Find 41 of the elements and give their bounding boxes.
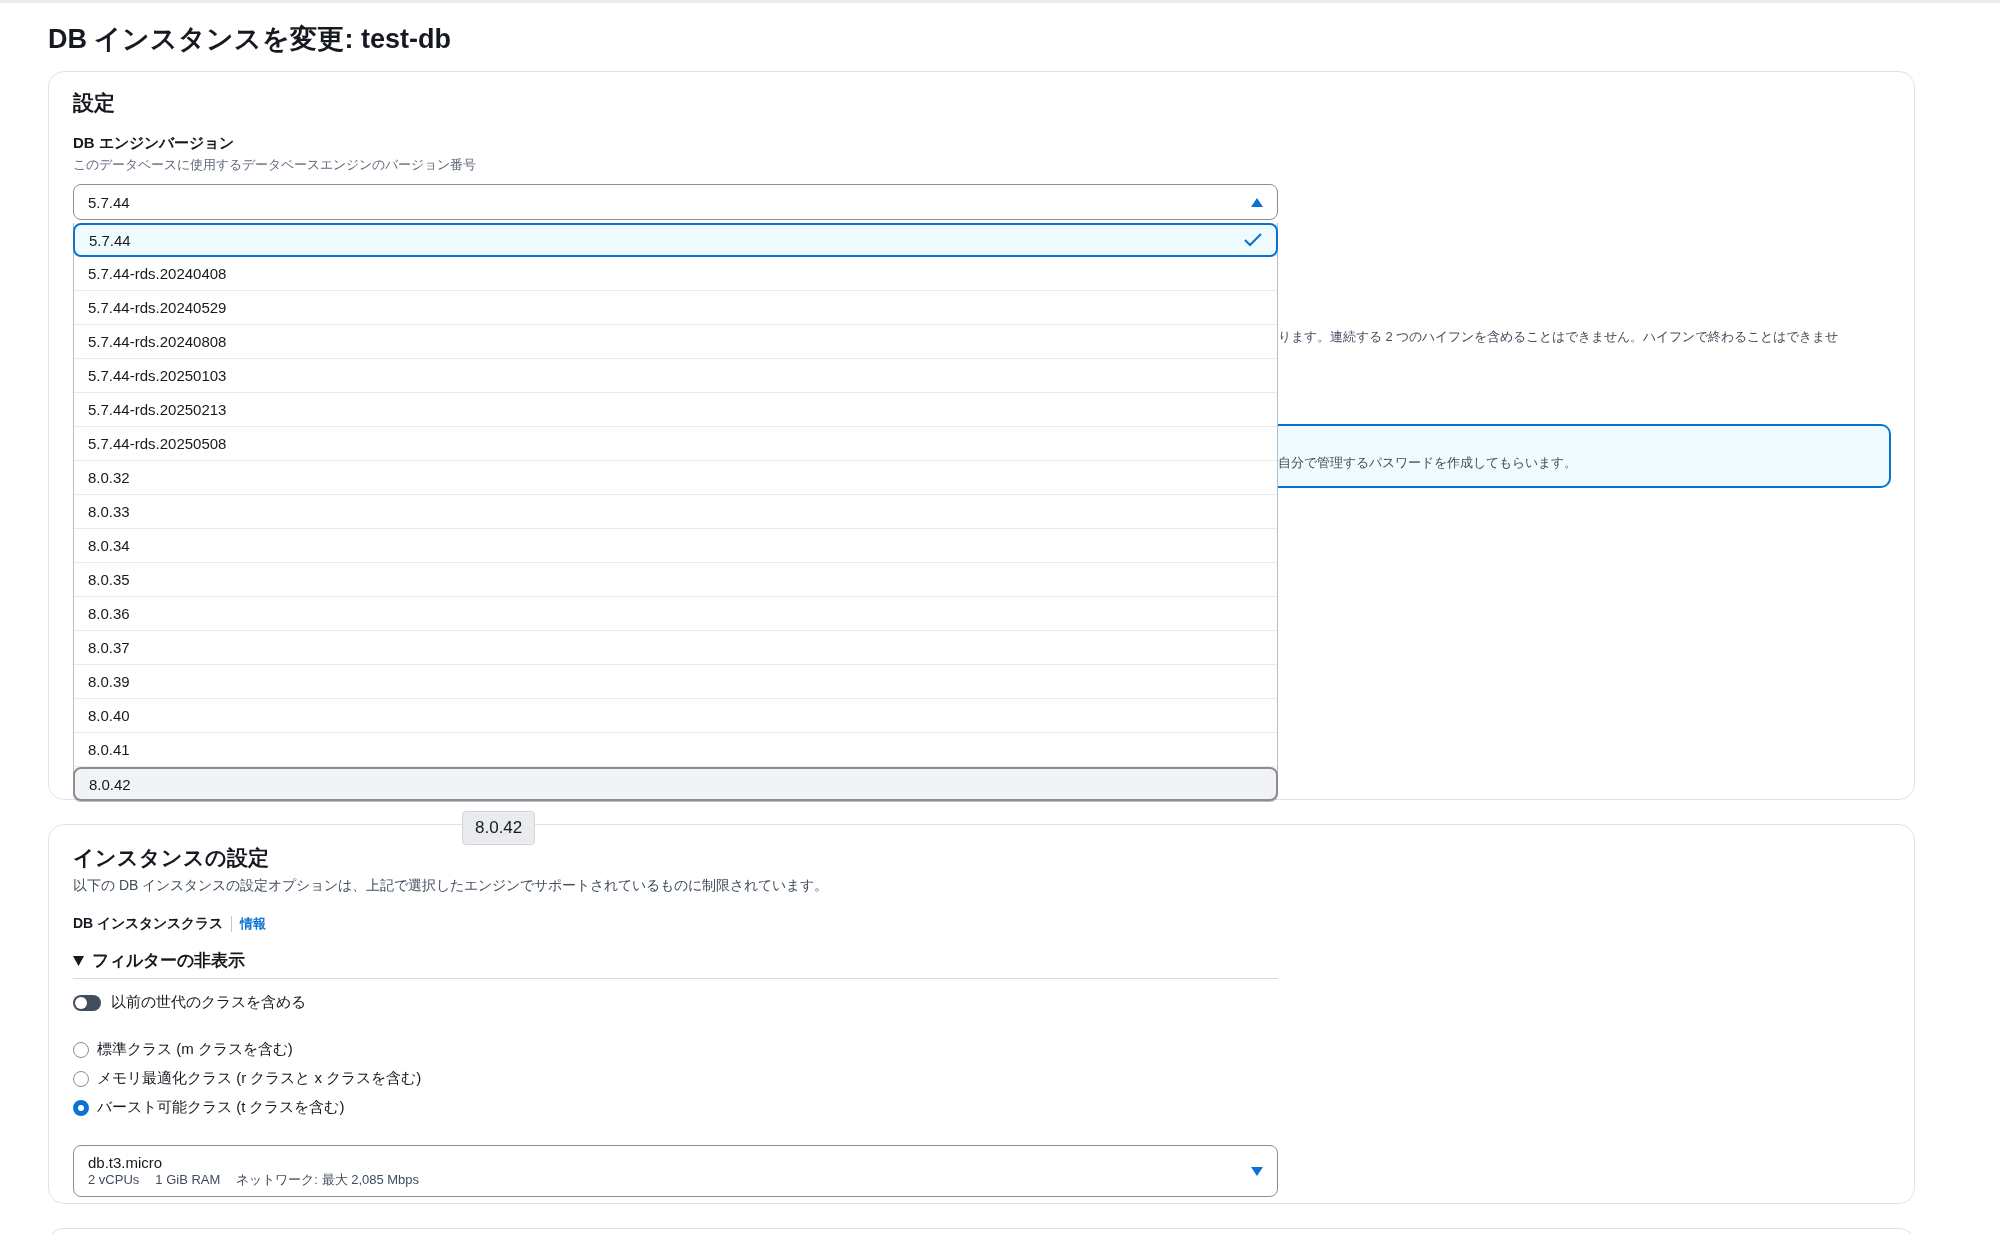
toggle-switch[interactable] (73, 994, 101, 1011)
field-description: このデータベースに使用するデータベースエンジンのバージョン番号 (73, 156, 476, 174)
dropdown-option[interactable]: 8.0.33 (74, 495, 1277, 529)
radio-button[interactable] (73, 1070, 89, 1087)
radio-label: バースト可能クラス (t クラスを含む) (97, 1098, 345, 1117)
caret-down-icon (1251, 1166, 1263, 1176)
dropdown-option[interactable]: 8.0.34 (74, 529, 1277, 563)
tooltip: 8.0.42 (462, 811, 536, 845)
dropdown-option[interactable]: 5.7.44-rds.20250103 (74, 359, 1277, 393)
radio-button[interactable] (73, 1041, 89, 1058)
dropdown-option[interactable]: 5.7.44-rds.20250508 (74, 427, 1277, 461)
hint-text: ります。連続する 2 つのハイフンを含めることはできません。ハイフンで終わることはできませ (1278, 328, 1839, 346)
field-label: DB インスタンスクラス (73, 915, 224, 933)
page-title: DB インスタンスを変更: test-db (48, 23, 451, 56)
dropdown-option[interactable]: 8.0.35 (74, 563, 1277, 597)
dropdown-option[interactable]: 8.0.37 (74, 631, 1277, 665)
radio-label: 標準クラス (m クラスを含む) (97, 1040, 293, 1059)
radio-label: メモリ最適化クラス (r クラスと x クラスを含む) (97, 1069, 422, 1088)
dropdown-option[interactable]: 5.7.44 (73, 223, 1278, 257)
caret-down-icon (73, 955, 84, 966)
dropdown-option[interactable]: 8.0.40 (74, 699, 1277, 733)
filter-toggle[interactable]: フィルターの非表示 (73, 949, 245, 972)
engine-version-select[interactable]: 5.7.44 (73, 184, 1278, 220)
toggle-label: 以前の世代のクラスを含める (111, 993, 306, 1012)
dropdown-option[interactable]: 5.7.44-rds.20240808 (74, 325, 1277, 359)
dropdown-option[interactable]: 8.0.32 (74, 461, 1277, 495)
info-link[interactable]: 情報 (240, 915, 267, 933)
section-heading: インスタンスの設定 (73, 845, 269, 871)
info-text: 自分で管理するパスワードを作成してもらいます。 (1278, 454, 1577, 472)
instance-class-select[interactable]: db.t3.micro 2 vCPUs 1 GiB RAM ネットワーク: 最大 2,085 Mbps (73, 1145, 1278, 1197)
radio-button[interactable] (73, 1099, 89, 1116)
dropdown-option[interactable]: 8.0.42 (73, 767, 1278, 801)
section-heading: 設定 (73, 90, 115, 116)
dropdown-option[interactable]: 5.7.44-rds.20250213 (74, 393, 1277, 427)
section-description: 以下の DB インスタンスの設定オプションは、上記で選択したエンジンでサポートされているものに制限されています。 (73, 877, 829, 895)
dropdown-option[interactable]: 8.0.39 (74, 665, 1277, 699)
dropdown-option[interactable]: 8.0.36 (74, 597, 1277, 631)
dropdown-option[interactable]: 5.7.44-rds.20240529 (74, 291, 1277, 325)
dropdown-option[interactable]: 5.7.44-rds.20240408 (74, 257, 1277, 291)
checkmark-icon (1244, 233, 1262, 247)
field-label: DB エンジンバージョン (73, 134, 234, 153)
